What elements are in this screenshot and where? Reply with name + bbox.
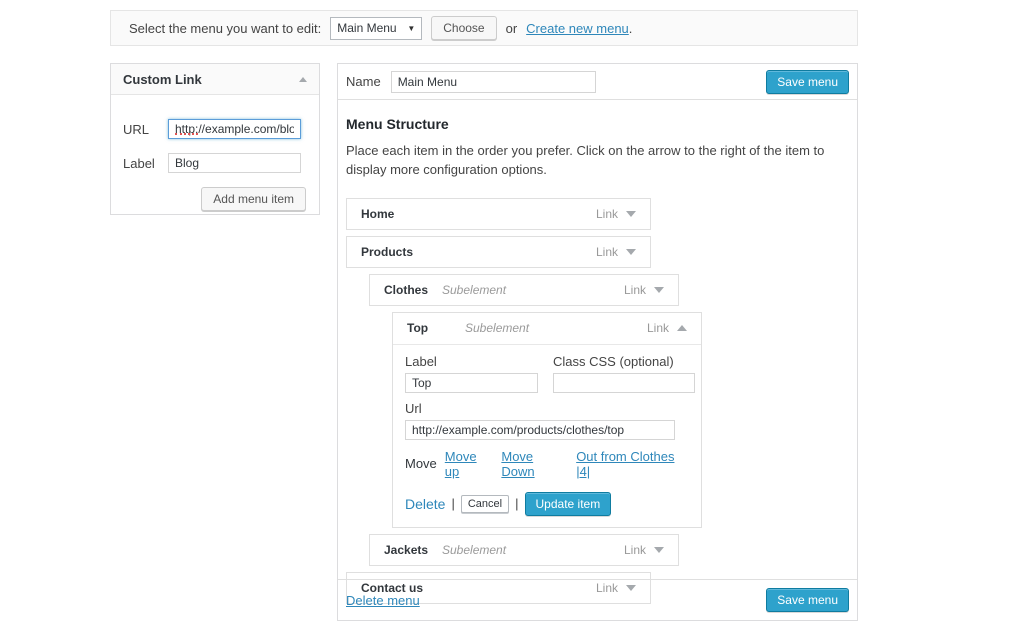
choose-button[interactable]: Choose — [431, 16, 496, 40]
menu-select[interactable]: Main Menu ▼ — [330, 17, 422, 40]
menu-item-jackets[interactable]: Jackets Subelement Link — [369, 534, 679, 566]
item-label-field-label: Label — [405, 354, 538, 369]
menu-structure-description: Place each item in the order you prefer.… — [346, 142, 851, 180]
menu-structure-title: Menu Structure — [346, 116, 849, 132]
subelement-tag: Subelement — [465, 321, 529, 335]
menu-item-products[interactable]: Products Link — [346, 236, 651, 268]
menu-item-label: Clothes — [384, 283, 436, 297]
select-caret-icon: ▼ — [407, 24, 415, 33]
move-down-link[interactable]: Move Down — [501, 449, 568, 479]
menu-name-input[interactable] — [391, 71, 596, 93]
url-field-row: URL — [123, 119, 307, 139]
or-text: or — [506, 21, 518, 36]
menu-item-top-expanded: Top Subelement Link Label Class CSS (opt… — [392, 312, 702, 528]
subelement-tag: Subelement — [442, 283, 506, 297]
menu-item-type: Link — [624, 283, 646, 297]
item-url-input[interactable] — [405, 420, 675, 440]
item-label-input[interactable] — [405, 373, 538, 393]
item-url-field-label: Url — [405, 401, 689, 416]
item-label-field: Label — [405, 354, 538, 393]
menu-editor-footer: Delete menu Save menu — [338, 579, 857, 620]
move-up-link[interactable]: Move up — [445, 449, 494, 479]
menu-item-type: Link — [647, 321, 669, 335]
item-css-input[interactable] — [553, 373, 695, 393]
menu-item-type: Link — [596, 245, 618, 259]
separator: | — [515, 496, 518, 511]
chevron-down-icon[interactable] — [654, 287, 664, 293]
create-new-menu-link[interactable]: Create new menu — [526, 21, 629, 36]
collapse-arrow-icon[interactable] — [299, 77, 307, 82]
label-label: Label — [123, 156, 168, 171]
custom-link-url-input[interactable] — [168, 119, 301, 139]
menu-item-type: Link — [624, 543, 646, 557]
subelement-tag: Subelement — [442, 543, 506, 557]
separator: | — [451, 496, 454, 511]
move-out-link[interactable]: Out from Clothes |4| — [576, 449, 689, 479]
update-item-button[interactable]: Update item — [525, 492, 612, 516]
chevron-down-icon[interactable] — [654, 547, 664, 553]
menu-select-value: Main Menu — [337, 21, 396, 35]
item-config-form: Label Class CSS (optional) Url Move Move… — [393, 345, 701, 527]
custom-link-body: URL Label Add menu item — [111, 95, 319, 211]
menu-select-bar: Select the menu you want to edit: Main M… — [110, 10, 858, 46]
custom-link-panel: Custom Link URL Label Add menu item — [110, 63, 320, 215]
cancel-button[interactable]: Cancel — [461, 495, 509, 513]
chevron-up-icon[interactable] — [677, 325, 687, 331]
menu-item-label: Top — [407, 321, 459, 335]
custom-link-header[interactable]: Custom Link — [111, 64, 319, 95]
menu-item-label: Jackets — [384, 543, 436, 557]
name-label: Name — [346, 74, 381, 89]
menu-item-label: Home — [361, 207, 413, 221]
move-controls: Move Move up Move Down Out from Clothes … — [405, 449, 689, 479]
menu-item-clothes[interactable]: Clothes Subelement Link — [369, 274, 679, 306]
item-css-field-label: Class CSS (optional) — [553, 354, 695, 369]
period-text: . — [629, 21, 633, 36]
save-menu-button-bottom[interactable]: Save menu — [766, 588, 849, 612]
menu-item-top-header[interactable]: Top Subelement Link — [393, 313, 701, 345]
menu-item-type: Link — [596, 207, 618, 221]
menu-item-home[interactable]: Home Link — [346, 198, 651, 230]
menu-structure-section: Menu Structure Place each item in the or… — [338, 100, 857, 618]
item-action-row: Delete | Cancel | Update item — [405, 492, 689, 516]
delete-menu-link[interactable]: Delete menu — [346, 593, 420, 608]
save-menu-button-top[interactable]: Save menu — [766, 70, 849, 94]
custom-link-label-input[interactable] — [168, 153, 301, 173]
add-menu-item-button[interactable]: Add menu item — [201, 187, 306, 211]
menu-name-row: Name Save menu — [338, 64, 857, 100]
custom-link-title: Custom Link — [123, 72, 202, 87]
item-css-field: Class CSS (optional) — [553, 354, 695, 393]
chevron-down-icon[interactable] — [626, 249, 636, 255]
move-label: Move — [405, 456, 437, 471]
label-field-row: Label — [123, 153, 307, 173]
menu-editor-panel: Name Save menu Menu Structure Place each… — [337, 63, 858, 621]
menu-item-label: Products — [361, 245, 413, 259]
url-label: URL — [123, 122, 168, 137]
delete-item-link[interactable]: Delete — [405, 496, 445, 512]
select-menu-label: Select the menu you want to edit: — [129, 21, 321, 36]
chevron-down-icon[interactable] — [626, 211, 636, 217]
